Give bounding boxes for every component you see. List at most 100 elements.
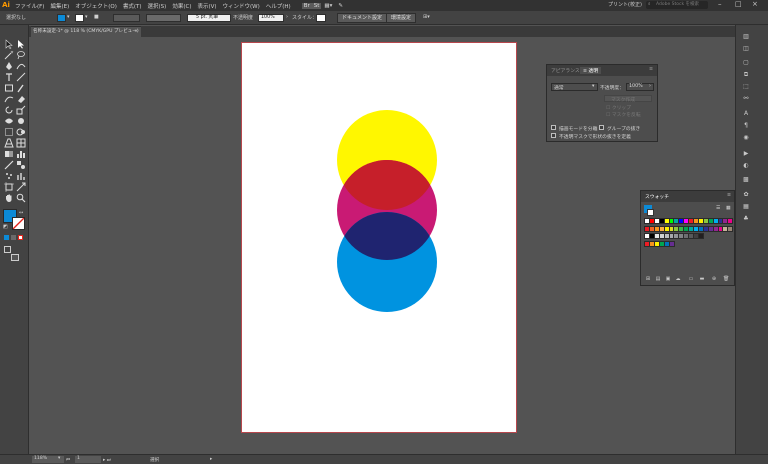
status-menu-icon[interactable]: ▸ [210,457,212,462]
arrange-icon[interactable]: ▦▾ [321,3,335,9]
layers-icon[interactable]: ◫ [741,45,751,53]
chevron-right-icon[interactable]: › [286,14,288,20]
swatches-icon[interactable]: ▦ [741,203,751,211]
graph-tool-icon[interactable] [16,149,26,159]
zoom-select[interactable]: 118% ▾ [32,456,64,463]
slice-tool-icon[interactable] [16,182,26,192]
opacity-label[interactable]: 不透明度 [233,14,253,21]
actions-icon[interactable]: ▶ [741,150,751,158]
folder-icon[interactable]: ▬ [699,277,705,282]
menu-object[interactable]: オブジェクト(O) [72,2,120,10]
stroke-weight-field[interactable] [113,14,140,22]
menu-type[interactable]: 書式(T) [120,2,145,10]
eraser-tool-icon[interactable] [16,94,26,104]
brush-definition-select[interactable]: 5 pt. 丸筆 [187,14,231,22]
swatch[interactable] [697,233,704,239]
arrange-documents-icon[interactable]: ⊞▾ [423,14,430,20]
tab-appearance[interactable]: アピアランス [551,67,580,74]
scale-tool-icon[interactable] [16,105,26,115]
panel-menu-icon[interactable]: ≡ [649,67,653,72]
close-window-button[interactable]: × [752,0,758,8]
stroke-color-box[interactable] [12,217,25,230]
character-icon[interactable]: A [741,110,751,118]
panel-menu-icon[interactable]: ≡ [727,193,731,198]
hand-tool-icon[interactable] [4,193,14,203]
symbols-icon[interactable]: ♣ [741,215,751,223]
default-colors-icon[interactable]: ◩ [3,224,8,230]
rectangle-tool-icon[interactable] [4,83,14,93]
preferences-button[interactable]: 環境設定 [386,13,417,23]
zoom-tool-icon[interactable] [16,193,26,203]
menu-view[interactable]: 表示(V) [194,2,219,10]
lasso-tool-icon[interactable] [16,50,26,60]
opacity-field[interactable]: 100% [258,14,284,22]
document-tab[interactable]: 名称未設定-1* @ 118 % (CMYK/GPU プレビュー) × [31,26,141,37]
paragraph-icon[interactable]: ¶ [741,122,751,130]
swap-fill-stroke-icon[interactable]: ↔ [19,210,23,216]
color-guide-icon[interactable]: ▩ [741,176,751,184]
color-mode-icon[interactable] [4,235,9,240]
swatch[interactable] [668,240,675,247]
workspace-switcher[interactable]: プリント(校正) [608,1,642,8]
list-view-icon[interactable]: ☰ [716,206,720,211]
gradient-tool-icon[interactable] [4,149,14,159]
stroke-icon[interactable]: ■ [94,14,99,20]
swatch-options-icon[interactable]: ▣ [665,277,671,282]
rotate-tool-icon[interactable] [4,105,14,115]
pen-tool-icon[interactable] [4,61,14,71]
shape-builder-tool-icon[interactable] [16,127,26,137]
knockout-group-checkbox[interactable] [599,125,604,130]
screen-mode-icon[interactable] [11,254,19,261]
menu-effect[interactable]: 効果(C) [169,2,194,10]
menu-window[interactable]: ウィンドウ(W) [220,2,263,10]
new-swatch-icon[interactable]: ⊕ [711,277,717,282]
new-group-icon[interactable]: ▭ [688,277,694,282]
brush-icon[interactable]: ✎ [335,3,346,9]
fill-color-swatch[interactable] [57,14,66,22]
curvature-tool-icon[interactable] [16,61,26,71]
blend-tool-icon[interactable] [16,160,26,170]
isolate-blending-checkbox[interactable] [551,125,556,130]
properties-icon[interactable]: ▥ [741,33,751,41]
stroke-color-swatch[interactable] [75,14,84,22]
stock-icon[interactable]: St [311,2,322,9]
artboard[interactable] [241,42,517,433]
opacity-mask-knockout-checkbox[interactable] [551,133,556,138]
asset-export-icon[interactable]: ⬚ [741,83,751,91]
artboard-number-field[interactable]: 1 [75,456,101,463]
variable-width-profile[interactable] [146,14,181,22]
color-group-icon[interactable]: ☁ [675,277,681,282]
tab-transparency[interactable]: ≡ 透明 [580,67,602,74]
menu-edit[interactable]: 編集(E) [47,2,72,10]
symbol-sprayer-tool-icon[interactable] [4,171,14,181]
artboard-tool-icon[interactable] [4,182,14,192]
menu-select[interactable]: 選択(S) [145,2,170,10]
close-tab-icon[interactable]: × [134,27,138,37]
line-tool-icon[interactable] [16,72,26,82]
minimize-button[interactable]: – [718,0,722,8]
free-transform-tool-icon[interactable] [4,127,14,137]
graphic-style-swatch[interactable] [316,14,326,22]
menu-file[interactable]: ファイル(F) [12,2,47,10]
next-artboard-icon[interactable]: ▸ ⏭ [103,457,111,463]
opentype-icon[interactable]: ◉ [741,134,751,142]
perspective-grid-tool-icon[interactable] [4,138,14,148]
magic-wand-tool-icon[interactable] [4,50,14,60]
bridge-icon[interactable]: Br [301,2,312,9]
show-kinds-icon[interactable]: ▤ [655,277,661,282]
grid-view-icon[interactable]: ▦ [726,206,731,211]
paintbrush-tool-icon[interactable] [16,83,26,93]
swatch[interactable] [727,218,734,224]
swatch[interactable] [727,225,734,232]
mesh-tool-icon[interactable] [16,138,26,148]
draw-normal-icon[interactable] [4,246,11,253]
warp-tool-icon[interactable] [16,116,26,126]
maximize-button[interactable]: □ [735,0,742,8]
shaper-tool-icon[interactable] [4,94,14,104]
none-mode-icon[interactable] [18,235,23,240]
chevron-down-icon[interactable]: ▾ [67,14,70,20]
gradient-mode-icon[interactable] [11,235,16,240]
width-tool-icon[interactable] [4,116,14,126]
column-graph-tool-icon[interactable] [16,171,26,181]
brushes-icon[interactable]: ✿ [741,191,751,199]
